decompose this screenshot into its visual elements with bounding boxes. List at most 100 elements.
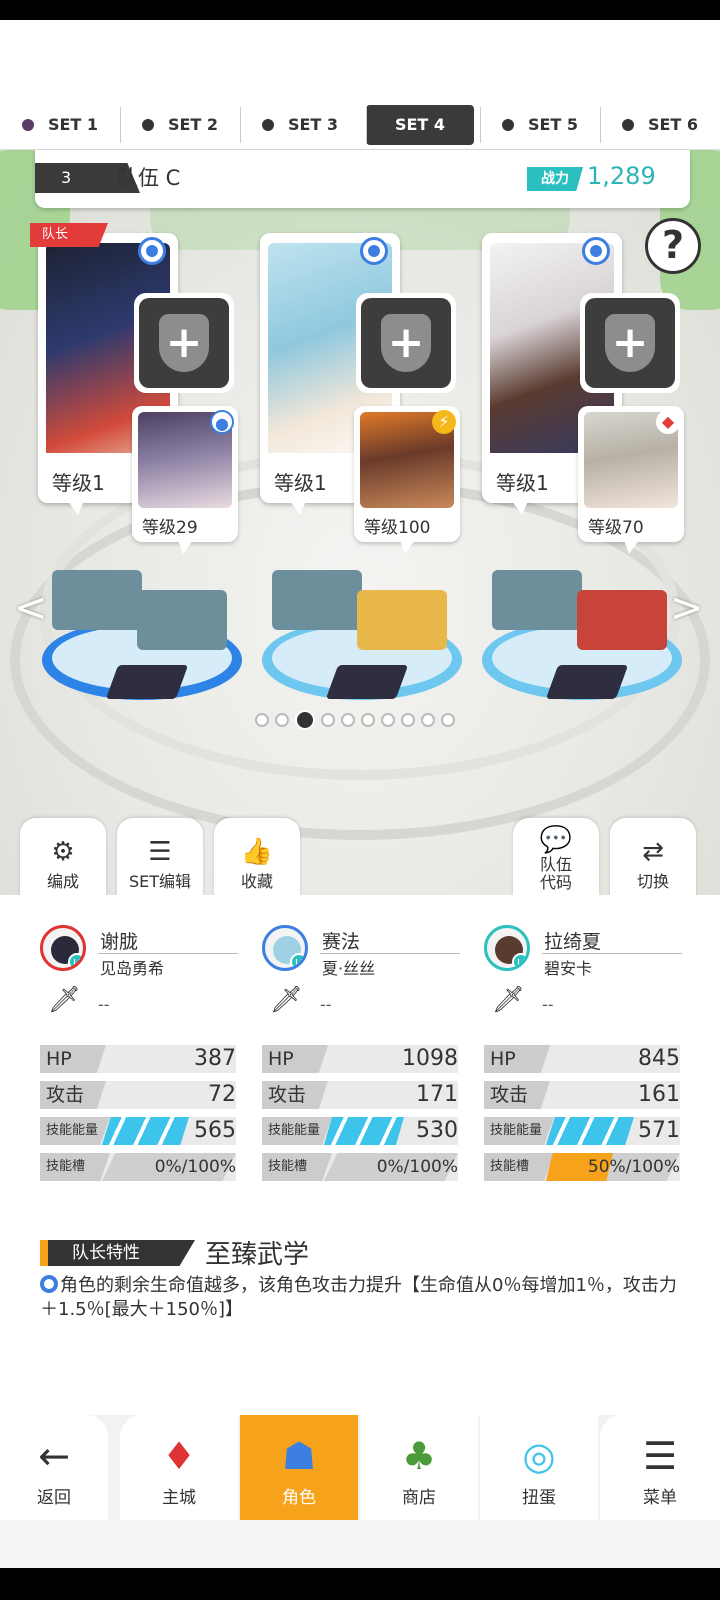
character-name: 拉绮夏 <box>544 931 602 953</box>
back-arrow-icon: ← <box>38 1434 70 1478</box>
set-dot-icon <box>141 118 154 131</box>
avatar[interactable]: U <box>484 925 530 971</box>
system-nav-bar <box>0 1568 720 1600</box>
character-icon: ☗ <box>281 1434 317 1478</box>
weapon-icon[interactable]: 🗡 <box>270 985 306 1021</box>
shield-icon: + <box>159 314 209 372</box>
tab-set-4[interactable]: SET 4 <box>366 104 474 145</box>
tab-set-1[interactable]: SET 1 <box>0 105 120 145</box>
support-level: 等级70 <box>588 513 644 554</box>
chip-icon <box>105 665 189 699</box>
diamond-icon: ◆ <box>656 410 680 434</box>
weapon-icon[interactable]: 🗡 <box>492 985 528 1021</box>
castle-icon: ♦ <box>161 1434 197 1478</box>
set-dot-icon <box>501 118 514 131</box>
hp-stat: HP 387 <box>40 1045 236 1073</box>
element-badge-icon <box>138 237 166 265</box>
element-badge-icon <box>582 237 610 265</box>
platform-3 <box>482 540 682 710</box>
power-label: 战力 <box>527 167 583 191</box>
weapon-icon[interactable]: 🗡 <box>48 985 84 1021</box>
support-card-2[interactable]: ⚡ 等级100 <box>354 406 460 554</box>
help-button[interactable]: ? <box>645 218 701 274</box>
ult-stat: 技能槽 0%/100% <box>262 1153 458 1181</box>
pixel-block <box>272 570 362 630</box>
shield-icon: + <box>605 314 655 372</box>
support-card-3[interactable]: ◆ 等级70 <box>578 406 684 554</box>
character-subname: 碧安卡 <box>544 959 593 978</box>
page-dot[interactable] <box>421 713 435 727</box>
skill-energy-stat: 技能能量 530 <box>262 1117 458 1145</box>
set-dot-icon <box>21 118 34 131</box>
ult-stat: 技能槽 50%/100% <box>484 1153 680 1181</box>
lightning-icon: ⚡ <box>432 410 456 434</box>
weapon-value: -- <box>542 995 554 1014</box>
team-code-button[interactable]: 💬 队伍 代码 <box>513 818 599 900</box>
skill-energy-bar <box>102 1117 189 1145</box>
pixel-block <box>577 590 667 650</box>
weapon-value: -- <box>320 995 332 1014</box>
set-edit-button[interactable]: ☰ SET编辑 <box>117 818 203 900</box>
chevron-right-icon[interactable]: > <box>670 585 704 631</box>
nav-shop[interactable]: ♣ 商店 <box>360 1415 478 1520</box>
avatar[interactable]: U <box>262 925 308 971</box>
team-header: 3 队伍 C 战力 1,289 <box>35 150 690 208</box>
tab-set-3[interactable]: SET 3 <box>240 105 360 145</box>
swap-icon: ⇄ <box>642 837 664 867</box>
page-dot[interactable] <box>321 713 335 727</box>
page-dot[interactable] <box>275 713 289 727</box>
nav-back[interactable]: ← 返回 <box>0 1415 108 1520</box>
page-dot[interactable] <box>295 710 315 730</box>
favorite-button[interactable]: 👍 收藏 <box>214 818 300 900</box>
tab-set-2[interactable]: SET 2 <box>120 105 240 145</box>
chevron-left-icon[interactable]: < <box>14 585 48 631</box>
equip-slot-1[interactable]: + <box>134 293 234 393</box>
pixel-block <box>137 590 227 650</box>
team-name[interactable]: 队伍 C <box>117 162 180 192</box>
nav-gacha[interactable]: ◎ 扭蛋 <box>480 1415 598 1520</box>
nav-menu[interactable]: ☰ 菜单 <box>600 1415 720 1520</box>
equip-slot-2[interactable]: + <box>356 293 456 393</box>
top-spacer <box>0 20 720 100</box>
set-dot-icon <box>261 118 274 131</box>
page-dot[interactable] <box>401 713 415 727</box>
avatar[interactable]: U <box>40 925 86 971</box>
weapon-value: -- <box>98 995 110 1014</box>
plus-icon: + <box>387 317 425 368</box>
skill-energy-bar <box>324 1117 404 1145</box>
chip-icon <box>325 665 409 699</box>
page-dot[interactable] <box>441 713 455 727</box>
page-dot[interactable] <box>255 713 269 727</box>
atk-stat: 攻击 161 <box>484 1081 680 1109</box>
page-dot[interactable] <box>341 713 355 727</box>
support-card-1[interactable]: ● 等级29 <box>132 406 238 554</box>
character-subname: 见岛勇希 <box>100 959 165 978</box>
set-tab-bar: SET 1 SET 2 SET 3 SET 4 SET 5 SET 6 <box>0 100 720 150</box>
character-name: 赛法 <box>322 931 361 953</box>
platform-2 <box>262 540 462 710</box>
page-dot[interactable] <box>361 713 375 727</box>
list-icon: ☰ <box>148 837 172 867</box>
power-value: 1,289 <box>587 162 656 190</box>
tab-set-5[interactable]: SET 5 <box>480 105 600 145</box>
support-level: 等级29 <box>142 513 198 554</box>
switch-button[interactable]: ⇄ 切换 <box>610 818 696 900</box>
nav-characters[interactable]: ☗ 角色 <box>240 1415 358 1520</box>
character-subname: 夏·丝丝 <box>322 959 376 978</box>
support-level: 等级100 <box>364 513 430 554</box>
page-dot[interactable] <box>381 713 395 727</box>
element-badge-icon: ● <box>210 410 234 434</box>
gear-person-icon: ⚙ <box>51 837 75 867</box>
pixel-block <box>357 590 447 650</box>
tab-set-6[interactable]: SET 6 <box>600 105 720 145</box>
formation-button[interactable]: ⚙ 编成 <box>20 818 106 900</box>
atk-stat: 攻击 72 <box>40 1081 236 1109</box>
menu-icon: ☰ <box>642 1434 678 1478</box>
ring-icon <box>40 1275 58 1293</box>
gacha-icon: ◎ <box>522 1434 556 1478</box>
pixel-block <box>492 570 582 630</box>
shop-icon: ♣ <box>401 1434 437 1478</box>
skill-energy-bar <box>546 1117 634 1145</box>
nav-main-city[interactable]: ♦ 主城 <box>120 1415 238 1520</box>
equip-slot-3[interactable]: + <box>580 293 680 393</box>
